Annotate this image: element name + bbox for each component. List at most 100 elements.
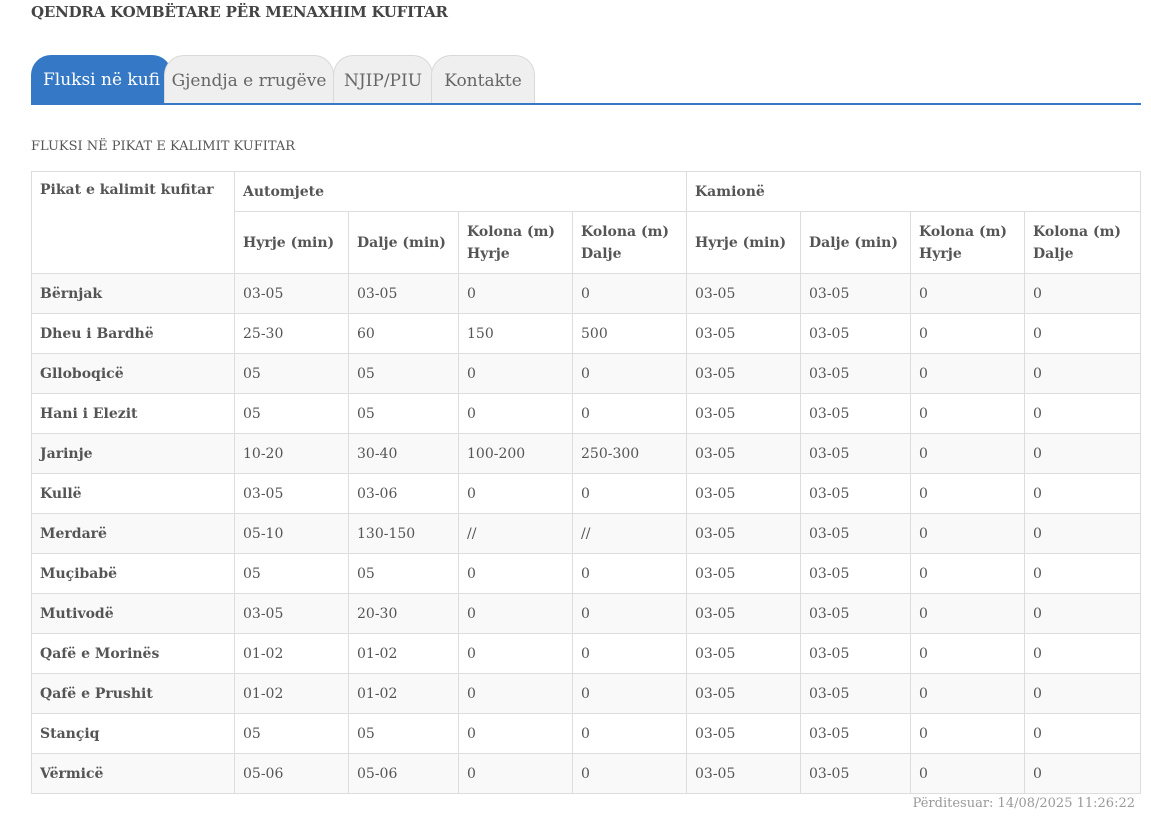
table-row: Stançiq 05 05 0 0 03-05 03-05 0 0 [31,713,1142,754]
table-cell: 03-05 [234,593,349,634]
column-header: Kolona (m) Hyrje [910,211,1026,274]
table-cell: 0 [1024,553,1142,594]
table-cell: 03-05 [800,393,912,434]
table-cell: // [458,513,573,554]
table-cell: 0 [910,673,1026,714]
table-row: Merdarë 05-10 130-150////03-05 03-05 0 0 [31,513,1142,554]
table-cell: 03-05 [686,673,802,714]
table-cell: 0 [910,713,1026,754]
border-point-name: Qafë e Morinës [31,633,235,674]
table-cell: 100-200 [458,433,573,474]
table-cell: 0 [1024,313,1142,354]
border-point-name: Muçibabë [31,553,235,594]
table-cell: 03-05 [686,713,802,754]
table-cell: 03-05 [348,273,459,314]
table-cell: 0 [910,353,1026,394]
column-header: Kolona (m) Dalje [1024,211,1142,274]
table-cell: 03-05 [686,353,802,394]
tab-fluksi-ne-kufi[interactable]: Fluksi në kufi [31,55,172,103]
table-cell: 05 [348,393,459,434]
table-cell: 03-05 [800,353,912,394]
table-cell: 03-05 [800,513,912,554]
column-header: Dalje (min) [348,211,459,274]
table-cell: 05-10 [234,513,349,554]
column-header: Hyrje (min) [686,211,802,274]
table-cell: 0 [910,273,1026,314]
last-updated: Përditesuar: 14/08/2025 11:26:22 [912,796,1135,811]
table-cell: 0 [458,673,573,714]
table-cell: 0 [1024,753,1142,794]
table-cell: 05 [348,353,459,394]
table-cell: 0 [571,673,688,714]
section-title: FLUKSI NË PIKAT E KALIMIT KUFITAR [31,139,296,154]
table-cell: 03-05 [686,633,802,674]
table-cell: 0 [571,553,688,594]
table-cell: 0 [458,713,573,754]
table-row: Vërmicë 05-06 05-06 0 0 03-05 03-05 0 0 [31,753,1142,794]
table-cell: 0 [571,753,688,794]
table-cell: 0 [458,753,573,794]
table-cell: 03-05 [800,673,912,714]
table-cell: 0 [571,473,688,514]
tab-njip-piu[interactable]: NJIP/PIU [333,55,433,103]
table-cell: 01-02 [348,673,459,714]
table-cell: 0 [1024,713,1142,754]
table-cell: 0 [571,393,688,434]
table-row: Bërnjak 03-05 03-05 0 0 03-05 03-05 0 0 [31,273,1142,314]
table-cell: 60 [348,313,459,354]
table-cell: 03-05 [686,433,802,474]
column-header: Dalje (min) [800,211,912,274]
table-cell: 0 [571,713,688,754]
border-point-name: Qafë e Prushit [31,673,235,714]
table-cell: 03-05 [800,473,912,514]
border-point-name: Dheu i Bardhë [31,313,235,354]
table-cell: 500 [571,313,688,354]
table-cell: 03-05 [686,393,802,434]
table-cell: 03-05 [800,593,912,634]
table-cell: 03-05 [800,433,912,474]
table-cell: 01-02 [348,633,459,674]
border-point-name: Stançiq [31,713,235,754]
table-cell: 03-05 [234,473,349,514]
column-header: Hyrje (min) [234,211,349,274]
table-cell: 01-02 [234,633,349,674]
tab-gjendja-e-rrugeve[interactable]: Gjendja e rrugëve [164,55,334,103]
table-cell: 03-05 [686,313,802,354]
table-cell: 03-06 [348,473,459,514]
border-crossing-table: Pikat e kalimit kufitar Automjete Kamion… [31,171,1142,794]
column-header: Kolona (m) Dalje [571,211,688,274]
table-cell: 0 [571,633,688,674]
table-cell: 0 [910,433,1026,474]
table-cell: 0 [1024,473,1142,514]
table-cell: 0 [571,273,688,314]
tab-kontakte[interactable]: Kontakte [431,55,535,103]
table-cell: 0 [1024,593,1142,634]
table-cell: 0 [910,753,1026,794]
table-cell: 130-150 [348,513,459,554]
table-cell: 03-05 [686,593,802,634]
site-title: QENDRA KOMBËTARE PËR MENAXHIM KUFITAR [31,3,448,21]
table-cell: 05 [234,353,349,394]
table-row: Hani i Elezit 05 05 0 0 03-05 03-05 0 0 [31,393,1142,434]
table-cell: 250-300 [571,433,688,474]
table-cell: 03-05 [686,553,802,594]
table-cell: 0 [910,553,1026,594]
table-cell: 0 [458,473,573,514]
table-row: Mutivodë 03-05 20-30 0 0 03-05 03-05 0 0 [31,593,1142,634]
table-cell: 05 [234,713,349,754]
table-cell: 03-05 [686,753,802,794]
table-cell: 03-05 [800,753,912,794]
table-cell: 0 [571,593,688,634]
table-row: Muçibabë 05 05 0 0 03-05 03-05 0 0 [31,553,1142,594]
header-group-trucks: Kamionë [686,171,1142,212]
table-cell: 01-02 [234,673,349,714]
table-cell: 0 [458,353,573,394]
column-header: Kolona (m) Hyrje [458,211,573,274]
table-cell: 05-06 [348,753,459,794]
table-cell: 0 [910,513,1026,554]
table-cell: 0 [571,353,688,394]
table-cell: 0 [1024,393,1142,434]
table-cell: 03-05 [800,633,912,674]
table-cell: 05 [348,553,459,594]
border-point-name: Mutivodë [31,593,235,634]
